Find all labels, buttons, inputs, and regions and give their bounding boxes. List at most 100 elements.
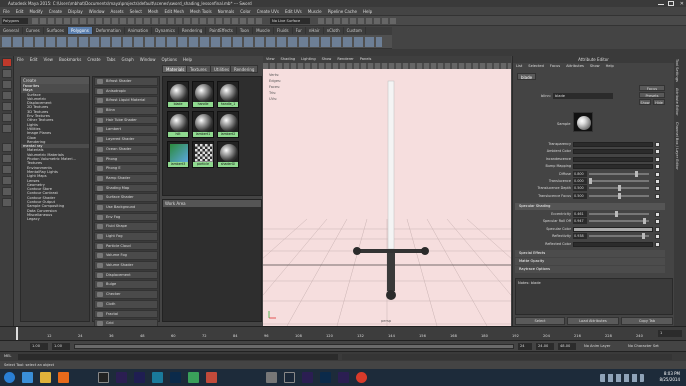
ue-icon[interactable] [98,372,109,383]
attr-slider-knob[interactable] [642,218,646,225]
node-button[interactable]: Displacement [94,270,158,280]
copy-tab-button[interactable]: Copy Tab [621,317,673,325]
system-clock[interactable]: 8:03 PM 8/25/2014 [659,371,680,383]
shelf-tab-animation[interactable]: Animation [125,27,153,34]
right-tab-channel-box-layer-editor[interactable]: Channel Box / Layer Editor [674,119,680,173]
attr-menu-selected[interactable]: Selected [525,63,547,69]
hide-button[interactable]: Hide [653,99,665,105]
attr-menu-list[interactable]: List [513,63,525,69]
menu-mesh-tools[interactable]: Mesh Tools [187,7,215,16]
node-button[interactable]: Layered Shader [94,135,158,144]
map-button[interactable] [655,186,660,192]
material-swatch[interactable]: handle_1 [217,81,239,108]
material-swatch[interactable]: shaderGl [217,141,239,168]
attr-menu-help[interactable]: Help [603,63,617,69]
map-button[interactable] [655,156,660,162]
section-raytrace-options[interactable]: Raytrace Options [515,266,665,273]
specular-section[interactable]: Specular Shading [515,203,665,210]
map-button[interactable] [655,219,660,225]
menu-modify[interactable]: Modify [26,7,45,16]
premiere-icon[interactable] [116,372,127,383]
tab-materials[interactable]: Materials [162,65,189,73]
shelf-tab-curves[interactable]: Curves [23,27,44,34]
mail-icon[interactable] [206,372,217,383]
maximize-button[interactable] [668,1,674,6]
shelf-tab-polygons[interactable]: Polygons [67,27,93,34]
range-inner-end-field[interactable]: 24 [518,343,532,350]
show-button[interactable]: Show [639,99,651,105]
node-button[interactable]: Env Fog [94,212,158,222]
attr-color-bar[interactable] [573,156,653,162]
node-button[interactable]: Particle Cloud [94,241,158,251]
attr-color-bar[interactable] [573,142,653,147]
attr-slider[interactable] [589,172,649,175]
right-tab-attribute-editor[interactable]: Attribute Editor [674,85,680,119]
viewport-menu-show[interactable]: Show [319,56,335,62]
shelf-tool-icons[interactable] [2,37,382,47]
notes-field[interactable]: Notes: blade [515,278,673,315]
menu-help[interactable]: Help [360,7,375,16]
tab-blade[interactable]: blade [517,73,537,80]
shelf-icons[interactable] [0,35,392,49]
viewport-scene[interactable] [263,69,511,326]
node-button[interactable]: Cloth [94,299,158,309]
zbrush-icon[interactable] [266,372,277,383]
material-swatch[interactable]: lambert2 [217,111,239,138]
command-input[interactable] [18,354,338,360]
after-effects-icon[interactable] [134,372,145,383]
map-button[interactable] [655,164,660,170]
material-swatch[interactable]: hilt [167,111,189,138]
attr-slider-knob[interactable] [617,192,621,199]
node-button[interactable]: Use Background [94,202,158,212]
viewport-menu-renderer[interactable]: Renderer [334,56,356,62]
material-name-field[interactable]: blade [553,93,613,99]
select-button[interactable]: Select [515,317,565,325]
menu-create[interactable]: Create [46,7,65,16]
section-matte-opacity[interactable]: Matte Opacity [515,258,665,265]
shelf-tab-custom[interactable]: Custom [344,27,366,34]
pr-icon-3[interactable] [338,372,349,383]
shelf-tab-deformation[interactable]: Deformation [93,27,125,34]
hypershade-menu-window[interactable]: Window [137,56,159,63]
mel-label[interactable]: MEL [4,354,11,358]
hypershade-menu-bookmarks[interactable]: Bookmarks [56,56,84,63]
menu-display[interactable]: Display [65,7,86,16]
current-frame-field[interactable]: 1 [658,330,682,337]
maya-icon[interactable] [152,372,163,383]
attr-slider[interactable] [589,213,649,215]
node-button[interactable]: Lambert [94,125,158,135]
viewport-menu-panels[interactable]: Panels [357,56,375,62]
character-set-dropdown[interactable]: No Character Set [626,343,674,350]
attr-value-field[interactable]: 0.938 [573,233,587,240]
shelf-tab-muscle[interactable]: Muscle [253,27,274,34]
layout-outliner-icon[interactable] [1,176,12,185]
material-swatch[interactable]: blade [167,81,189,108]
crossguard-right-ball[interactable] [421,247,429,255]
node-button[interactable]: Phong [94,154,158,164]
hypershade-menu-help[interactable]: Help [180,56,195,63]
map-button[interactable] [655,226,660,232]
current-frame-marker[interactable] [16,327,18,341]
viewport-menu-shading[interactable]: Shading [278,56,299,62]
map-button[interactable] [655,212,660,217]
map-button[interactable] [655,142,660,147]
viewport-menu-lighting[interactable]: Lighting [298,56,319,62]
node-button[interactable]: Anisotropic [94,86,158,96]
node-button[interactable]: Checker [94,290,158,299]
paint-select-icon[interactable] [1,80,12,89]
node-button[interactable]: Hair Tube Shader [94,115,158,125]
last-tool-icon[interactable] [1,124,12,133]
screen-tool-icon[interactable] [188,372,199,383]
sword-blade[interactable] [387,80,395,250]
shelf-tab-general[interactable]: General [0,27,23,34]
node-button[interactable]: Ocean Shader [94,144,158,154]
shelf-tab-rendering[interactable]: Rendering [179,27,207,34]
menu-create-uvs[interactable]: Create UVs [254,7,282,16]
attr-color-bar[interactable] [573,226,653,232]
attr-value-field[interactable]: 0.461 [573,211,587,217]
attr-slider-knob[interactable] [642,233,646,240]
material-swatch[interactable]: lambert3 [167,141,189,168]
layout-graph-icon[interactable] [1,187,12,196]
chrome-icon[interactable] [356,372,367,383]
attr-color-bar[interactable] [573,149,653,155]
